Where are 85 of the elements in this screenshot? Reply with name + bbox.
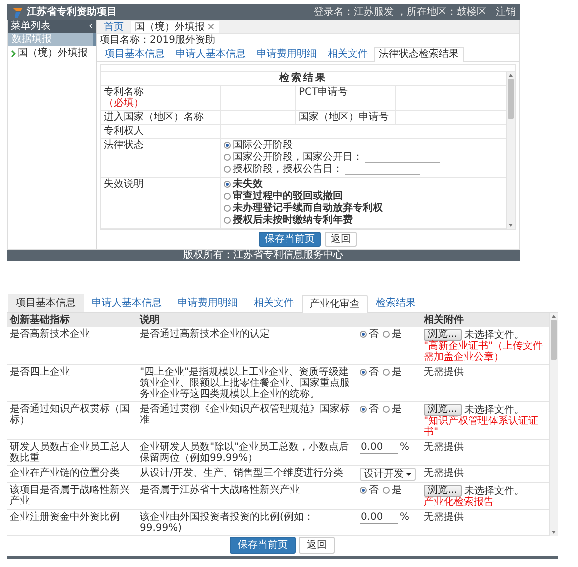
- option-label: 国家公开阶段，国家公开日：: [233, 152, 363, 163]
- form-tab[interactable]: 产业化审查: [302, 295, 368, 313]
- description-text: 是否通过贯彻《企业知识产权管理规范》国家标准: [140, 404, 350, 426]
- collapse-button[interactable]: ‹: [89, 21, 93, 32]
- option-label: 未办理登记手续而自动放弃专利权: [233, 203, 383, 214]
- form-tab[interactable]: 法律状态检索结果: [374, 47, 464, 62]
- option-label: 是: [392, 485, 402, 496]
- option-label: 授权阶段，授权公告日：: [233, 164, 343, 175]
- column-header: 相关附件: [424, 315, 464, 326]
- file-status: 未选择文件。: [464, 404, 525, 416]
- option-label: 国际公开阶段: [233, 140, 293, 151]
- field-label: 失效说明: [104, 179, 144, 190]
- form-tab[interactable]: 申请人基本信息: [171, 47, 251, 61]
- required-note: （必填）: [104, 98, 145, 109]
- logout-link[interactable]: 注销: [496, 6, 516, 18]
- form-tab[interactable]: 项目基本信息: [100, 47, 170, 61]
- form-tab[interactable]: 检索结果: [368, 294, 424, 312]
- attachment-text: 无需提供: [424, 468, 464, 479]
- copyright-footer: 版权所有：江苏省专利信息服务中心: [7, 250, 520, 261]
- attachment-note: "高新企业证书"（上传文件需加盖企业公章）: [424, 341, 544, 363]
- close-button[interactable]: ×: [207, 22, 216, 33]
- attachment-note: 产业化检索报告: [424, 497, 495, 508]
- attachment-note: "知识产权管理体系认证证书": [424, 416, 540, 438]
- option-label: 未失效: [233, 179, 263, 190]
- percent-field[interactable]: 0.00: [360, 442, 398, 454]
- option-label: 审查过程中的驳回或撤回: [233, 191, 343, 202]
- page-tab[interactable]: 国（境）外填报 ×: [131, 21, 220, 33]
- attachment-text: 无需提供: [424, 367, 464, 378]
- option-label: 否: [369, 485, 379, 496]
- option-label: 是: [392, 404, 402, 415]
- indicator-text: 是否高新技术企业: [10, 329, 90, 340]
- back-button[interactable]: 返回: [299, 537, 335, 554]
- attachment-text: 无需提供: [424, 512, 464, 523]
- option-label: 否: [369, 367, 379, 378]
- option-label: 是: [392, 329, 402, 340]
- menu-item[interactable]: 国（境）外填报: [8, 46, 96, 61]
- result-title: 检索结果: [101, 72, 506, 86]
- description-text: "四上企业"是指规模以上工业企业、资质等级建筑业企业、限额以上批零住餐企业、国家重点服务业企业等这四类规模以上企业的统称。: [140, 367, 350, 400]
- back-button[interactable]: 返回: [325, 232, 357, 247]
- field-label: PCT申请号: [299, 87, 348, 98]
- description-text: 企业研发人员数"除以"企业员工总数，小数点后保留两位（例如99.99%）: [140, 442, 350, 464]
- column-header: 创新基础指标: [10, 315, 70, 326]
- column-header: 说明: [140, 315, 160, 326]
- browse-button[interactable]: 浏览...: [424, 329, 462, 341]
- browse-button[interactable]: 浏览...: [424, 485, 462, 497]
- field-label: 法律状态: [104, 140, 144, 151]
- form-tab[interactable]: 申请费用明细: [170, 294, 246, 312]
- position-select[interactable]: 设计开发: [360, 468, 416, 481]
- option-label: 否: [369, 404, 379, 415]
- option-label: 授权后未按时缴纳专利年费: [233, 215, 353, 226]
- user-info: 登录名：江苏服发 ，所在地区：鼓楼区: [314, 6, 487, 18]
- app-title: 江苏省专利资助项目: [27, 6, 117, 18]
- field-label: 专利权人: [104, 126, 144, 137]
- attachment-text: 无需提供: [424, 442, 464, 453]
- option-label: 是: [392, 367, 402, 378]
- save-button[interactable]: 保存当前页: [230, 537, 296, 554]
- indicator-text: 研发人员数占企业员工总人数比重: [10, 442, 130, 464]
- sidebar-title: 菜单列表: [11, 21, 51, 32]
- indicator-text: 该项目是否属于战略性新兴产业: [10, 485, 130, 507]
- field-label: 国家（地区）申请号: [299, 112, 389, 123]
- project-name: 项目名称：2019服外资助: [99, 34, 216, 47]
- form-tab[interactable]: 相关文件: [246, 294, 302, 312]
- description-text: 是否属于江苏省十大战略性新兴产业: [140, 485, 300, 496]
- form-tab[interactable]: 项目基本信息: [8, 294, 84, 312]
- description-text: 是否通过高新技术企业的认定: [140, 329, 270, 340]
- save-button[interactable]: 保存当前页: [259, 232, 321, 247]
- indicator-text: 企业在产业链的位置分类: [10, 468, 120, 479]
- unit-label: %: [400, 512, 410, 523]
- page-tab[interactable]: 首页: [100, 21, 128, 33]
- form-tab[interactable]: 申请人基本信息: [84, 294, 170, 312]
- percent-field[interactable]: 0.00: [360, 512, 398, 524]
- option-label: 否: [369, 329, 379, 340]
- browse-button[interactable]: 浏览...: [424, 404, 462, 416]
- description-text: 该企业由外国投资者投资的比例(例如：99.99%): [140, 512, 314, 534]
- form-tab[interactable]: 申请费用明细: [252, 47, 322, 61]
- field-label: 专利名称: [104, 87, 144, 98]
- description-text: 从设计/开发、生产、销售型三个维度进行分类: [140, 468, 344, 479]
- unit-label: %: [400, 442, 410, 453]
- field-label: 进入国家（地区）名称: [104, 112, 204, 123]
- indicator-text: 是否通过知识产权贯标（国标）: [10, 404, 130, 426]
- indicator-text: 企业注册资金中外资比例: [10, 512, 120, 523]
- indicator-text: 是否四上企业: [10, 367, 70, 378]
- file-status: 未选择文件。: [464, 330, 525, 340]
- form-tab[interactable]: 相关文件: [323, 47, 373, 61]
- file-status: 未选择文件。: [464, 486, 525, 496]
